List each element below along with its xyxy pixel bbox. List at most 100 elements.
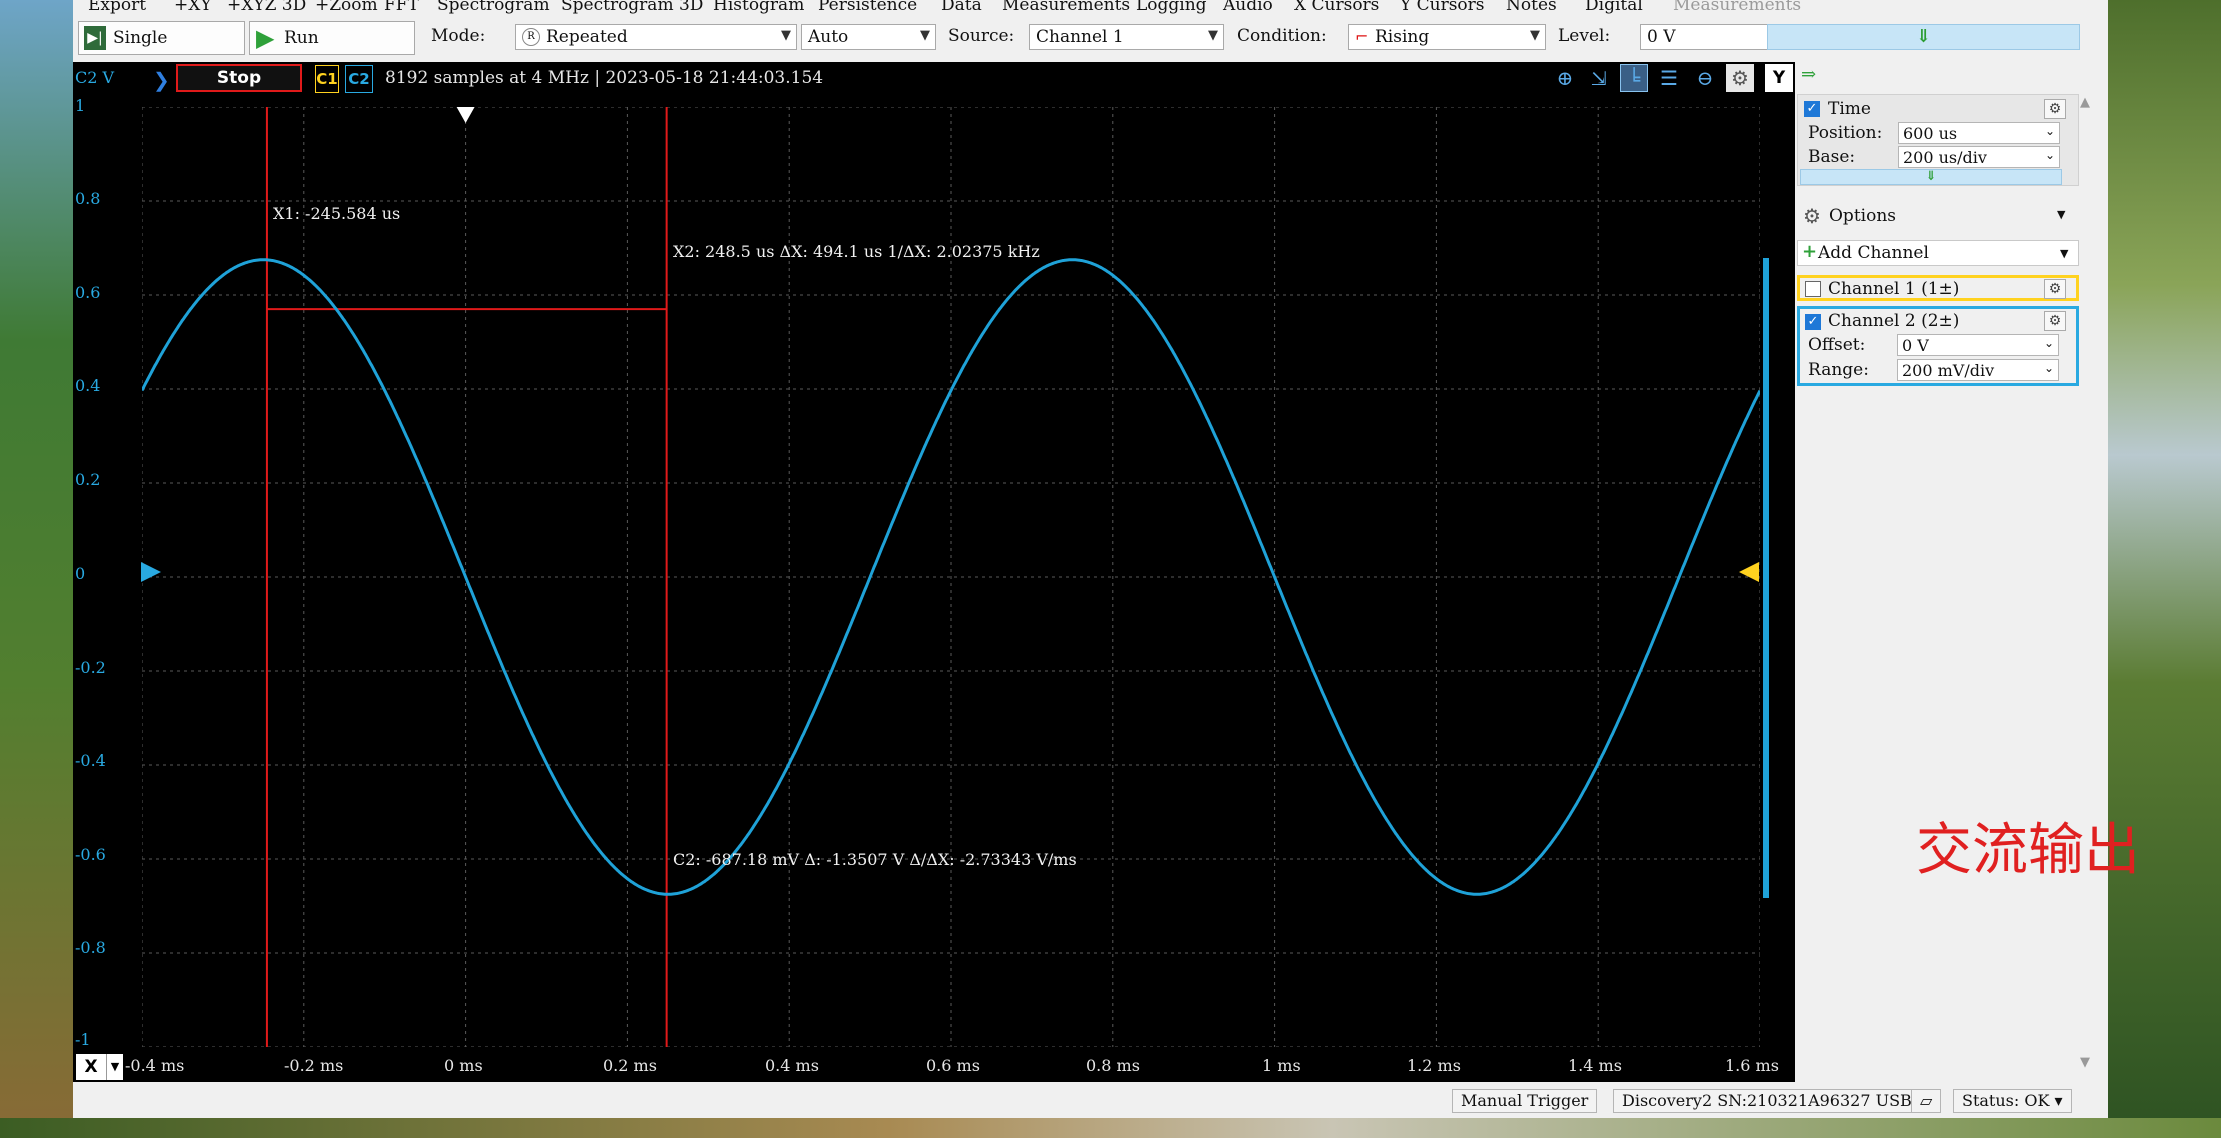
base-input[interactable]: 200 us/div ⌄: [1898, 146, 2060, 168]
time-collapse-button[interactable]: ⇓: [1800, 169, 2062, 185]
rising-edge-icon: ⌐: [1355, 27, 1369, 46]
channel2-label: Channel 2 (2±): [1828, 311, 1960, 331]
x-axis-button[interactable]: X: [76, 1054, 106, 1080]
menu-persistence[interactable]: Persistence: [818, 0, 917, 15]
y-axis-unit-label: C2 V: [75, 68, 115, 87]
channel1-checkbox[interactable]: [1805, 281, 1821, 297]
time-group: ✓ Time ⚙ Position: 600 us ⌄ Base: 200 us…: [1797, 94, 2079, 186]
menu-notes[interactable]: Notes: [1506, 0, 1557, 15]
menu-y-cursors[interactable]: Y Cursors: [1400, 0, 1485, 15]
gear-icon[interactable]: ⚙: [2044, 311, 2066, 331]
add-channel-button[interactable]: + Add Channel ▼: [1797, 240, 2079, 266]
x-tick-label: 1.4 ms: [1568, 1056, 1622, 1075]
eraser-icon[interactable]: ▱: [1911, 1089, 1941, 1113]
trigger-level-marker[interactable]: [1739, 562, 1759, 582]
scroll-down-icon[interactable]: ▼: [2080, 1055, 2090, 1070]
y-tick-label: -0.4: [75, 751, 106, 770]
source-value: Channel 1: [1036, 27, 1124, 47]
chevron-down-icon: ⌄: [2043, 336, 2054, 350]
menu-audio[interactable]: Audio: [1223, 0, 1273, 15]
single-label: Single: [113, 28, 168, 48]
y-tick-label: 0.6: [75, 283, 101, 302]
condition-value: Rising: [1375, 27, 1430, 47]
channel2-checkbox[interactable]: ✓: [1805, 314, 1821, 330]
y-axis-button[interactable]: Y: [1765, 64, 1793, 92]
condition-label: Condition:: [1237, 26, 1327, 46]
menu-export[interactable]: Export: [88, 0, 146, 15]
x-tick-label: 1.6 ms: [1725, 1056, 1779, 1075]
acquisition-info: 8192 samples at 4 MHz | 2023-05-18 21:44…: [385, 68, 824, 88]
pan-icon[interactable]: ⇲: [1585, 64, 1613, 92]
manual-trigger-button[interactable]: Manual Trigger: [1452, 1089, 1598, 1113]
mode-select[interactable]: R Repeated ▼: [515, 24, 797, 50]
menu-measurements[interactable]: Measurements: [1002, 0, 1130, 15]
cursor-c2-label: C2: -687.18 mV Δ: -1.3507 V Δ/ΔX: -2.733…: [673, 850, 1077, 869]
menu-bar: Export +XY +XYZ 3D +Zoom FFT Spectrogram…: [73, 0, 2108, 16]
mode-label: Mode:: [431, 26, 486, 46]
run-button[interactable]: ▶ Run: [249, 21, 415, 55]
device-status[interactable]: Discovery2 SN:210321A96327 USB: [1613, 1089, 1921, 1113]
zoom-out-icon[interactable]: ⊖: [1691, 64, 1719, 92]
trigger-mode-select[interactable]: Auto ▼: [801, 24, 936, 50]
gear-icon[interactable]: ⚙: [1726, 64, 1754, 92]
position-input[interactable]: 600 us ⌄: [1898, 122, 2060, 144]
menu-xyz-3d[interactable]: +XYZ 3D: [227, 0, 306, 15]
menu-data[interactable]: Data: [941, 0, 982, 15]
range-input[interactable]: 200 mV/div ⌄: [1897, 359, 2059, 381]
source-select[interactable]: Channel 1 ▼: [1029, 24, 1224, 50]
chevron-down-icon: ⌄: [2044, 148, 2055, 162]
y-tick-label: -0.8: [75, 938, 106, 957]
menu-digital[interactable]: Digital: [1585, 0, 1643, 15]
menu-x-cursors[interactable]: X Cursors: [1294, 0, 1379, 15]
menu-zoom[interactable]: +Zoom: [315, 0, 378, 15]
chevron-down-icon[interactable]: ▼: [106, 1054, 123, 1080]
x-tick-label: -0.2 ms: [284, 1056, 344, 1075]
mode-value: Repeated: [546, 27, 628, 47]
zoom-in-icon[interactable]: ⊕: [1551, 64, 1579, 92]
x-tick-label: 0.8 ms: [1086, 1056, 1140, 1075]
toolbar-collapse-button[interactable]: ⇓: [1767, 24, 2080, 50]
level-label: Level:: [1558, 26, 1611, 46]
channel2-group: ✓ Channel 2 (2±) ⚙ Offset: 0 V ⌄ Range: …: [1797, 306, 2079, 386]
chevron-down-icon: ▼: [781, 28, 791, 43]
trigger-position-marker[interactable]: [456, 107, 475, 123]
time-checkbox[interactable]: ✓: [1804, 101, 1820, 117]
gear-icon[interactable]: ⚙: [2044, 99, 2066, 119]
menu-measurements-2[interactable]: Measurements: [1673, 0, 1801, 15]
single-button[interactable]: ▶| Single: [78, 21, 245, 55]
options-row[interactable]: ⚙ Options ▼: [1797, 202, 2079, 232]
arrow-right-icon[interactable]: ⇒: [1801, 64, 1816, 85]
y-tick-label: -1: [75, 1030, 91, 1049]
y-tick-label: 1: [75, 96, 86, 115]
y-tick-label: 0: [75, 564, 86, 583]
x-axis-row: X ▼ -0.4 ms -0.2 ms 0 ms 0.2 ms 0.4 ms 0…: [73, 1052, 1795, 1082]
condition-select[interactable]: ⌐ Rising ▼: [1348, 24, 1546, 50]
status-bar: Manual Trigger Discovery2 SN:210321A9632…: [73, 1086, 2108, 1118]
offset-input[interactable]: 0 V ⌄: [1897, 334, 2059, 356]
channel2-zero-marker[interactable]: [141, 562, 161, 582]
acquisition-status-stop[interactable]: Stop: [176, 64, 302, 92]
menu-spectrogram[interactable]: Spectrogram: [437, 0, 550, 15]
add-channel-label: Add Channel: [1818, 243, 1929, 263]
gear-icon: ⚙: [1803, 204, 1821, 228]
menu-spectrogram-3d[interactable]: Spectrogram 3D: [561, 0, 703, 15]
channel1-tag[interactable]: C1: [315, 65, 339, 93]
align-icon[interactable]: ☰: [1655, 64, 1683, 92]
connection-status[interactable]: Status: OK ▾: [1953, 1089, 2072, 1113]
gear-icon[interactable]: ⚙: [2044, 279, 2066, 299]
scroll-up-icon[interactable]: ▲: [2080, 95, 2090, 110]
position-value: 600 us: [1903, 124, 1958, 143]
menu-logging[interactable]: Logging: [1136, 0, 1207, 15]
menu-xy[interactable]: +XY: [174, 0, 212, 15]
run-label: Run: [284, 28, 319, 48]
x-tick-label: 1 ms: [1262, 1056, 1301, 1075]
menu-fft[interactable]: FFT: [384, 0, 419, 15]
position-label: Position:: [1808, 123, 1883, 143]
repeat-icon: R: [522, 28, 540, 46]
channel2-tag[interactable]: C2: [345, 65, 373, 93]
cursor-mode-icon[interactable]: ╘: [1620, 64, 1648, 92]
menu-histogram[interactable]: Histogram: [713, 0, 804, 15]
base-value: 200 us/div: [1903, 148, 1987, 167]
chevron-right-icon[interactable]: ❯: [153, 68, 170, 92]
panel-scrollbar[interactable]: ▲ ▼: [2076, 95, 2098, 1080]
